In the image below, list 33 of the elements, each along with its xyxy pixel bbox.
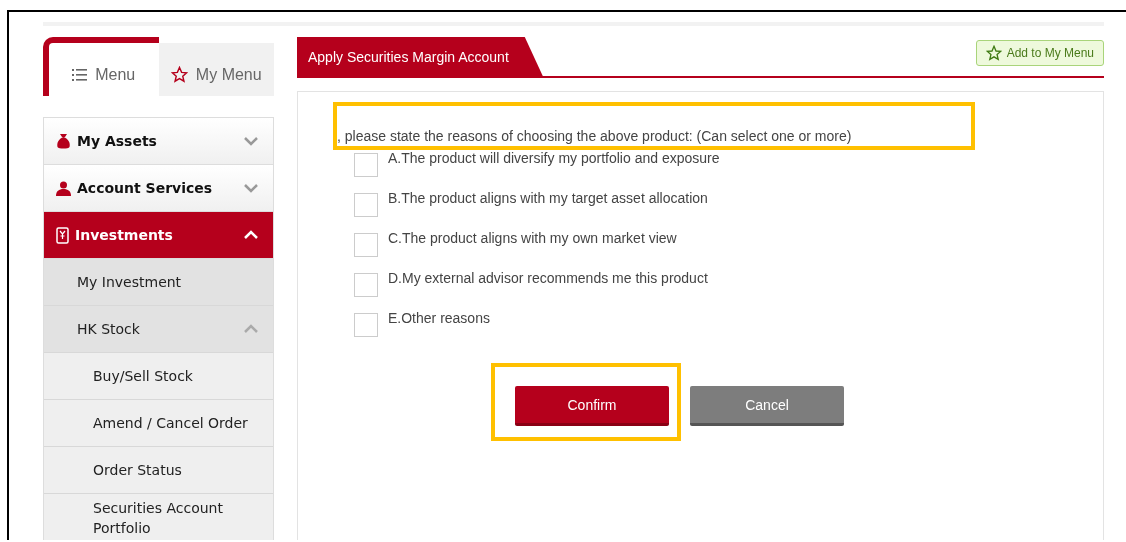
menu-item[interactable]: Amend / Cancel Order [44, 400, 273, 447]
checkbox[interactable] [354, 273, 378, 297]
money-bag-icon [56, 133, 71, 149]
confirm-button[interactable]: Confirm [515, 386, 669, 426]
option-label: E.Other reasons [388, 310, 490, 326]
menu-item[interactable]: My Investment [44, 259, 273, 306]
checkbox[interactable] [354, 313, 378, 337]
menu-item[interactable]: Order Status [44, 447, 273, 494]
option-label: A.The product will diversify my portfolio and exposure [388, 150, 720, 166]
checkbox[interactable] [354, 153, 378, 177]
star-icon [985, 45, 1002, 61]
menu-item[interactable]: Investments [44, 212, 273, 259]
option-label: B.The product aligns with my target asset allocation [388, 190, 708, 206]
chevron-down-icon [243, 136, 259, 146]
menu-item[interactable]: Securities Account Portfolio [44, 494, 273, 540]
chevron-up-icon [243, 324, 259, 334]
menu-tab[interactable]: Menu [43, 37, 159, 96]
list-icon [72, 68, 88, 81]
checkbox[interactable] [354, 233, 378, 257]
option-label: C.The product aligns with my own market view [388, 230, 677, 246]
add-to-menu-button[interactable]: Add to My Menu [975, 40, 1104, 66]
phone-icon [56, 226, 69, 244]
cancel-button[interactable]: Cancel [690, 386, 844, 426]
menu-item[interactable]: Buy/Sell Stock [44, 353, 273, 400]
chevron-down-icon [243, 183, 259, 193]
person-icon [56, 180, 71, 196]
question-text: , please state the reasons of choosing the above product: (Can select one or more) [337, 127, 853, 146]
option-label: D.My external advisor recommends me this product [388, 270, 708, 286]
star-icon [170, 66, 188, 83]
chevron-up-icon [243, 230, 259, 240]
checkbox[interactable] [354, 193, 378, 217]
menu-tab[interactable]: My Menu [158, 43, 274, 96]
menu-item[interactable]: HK Stock [44, 306, 273, 353]
